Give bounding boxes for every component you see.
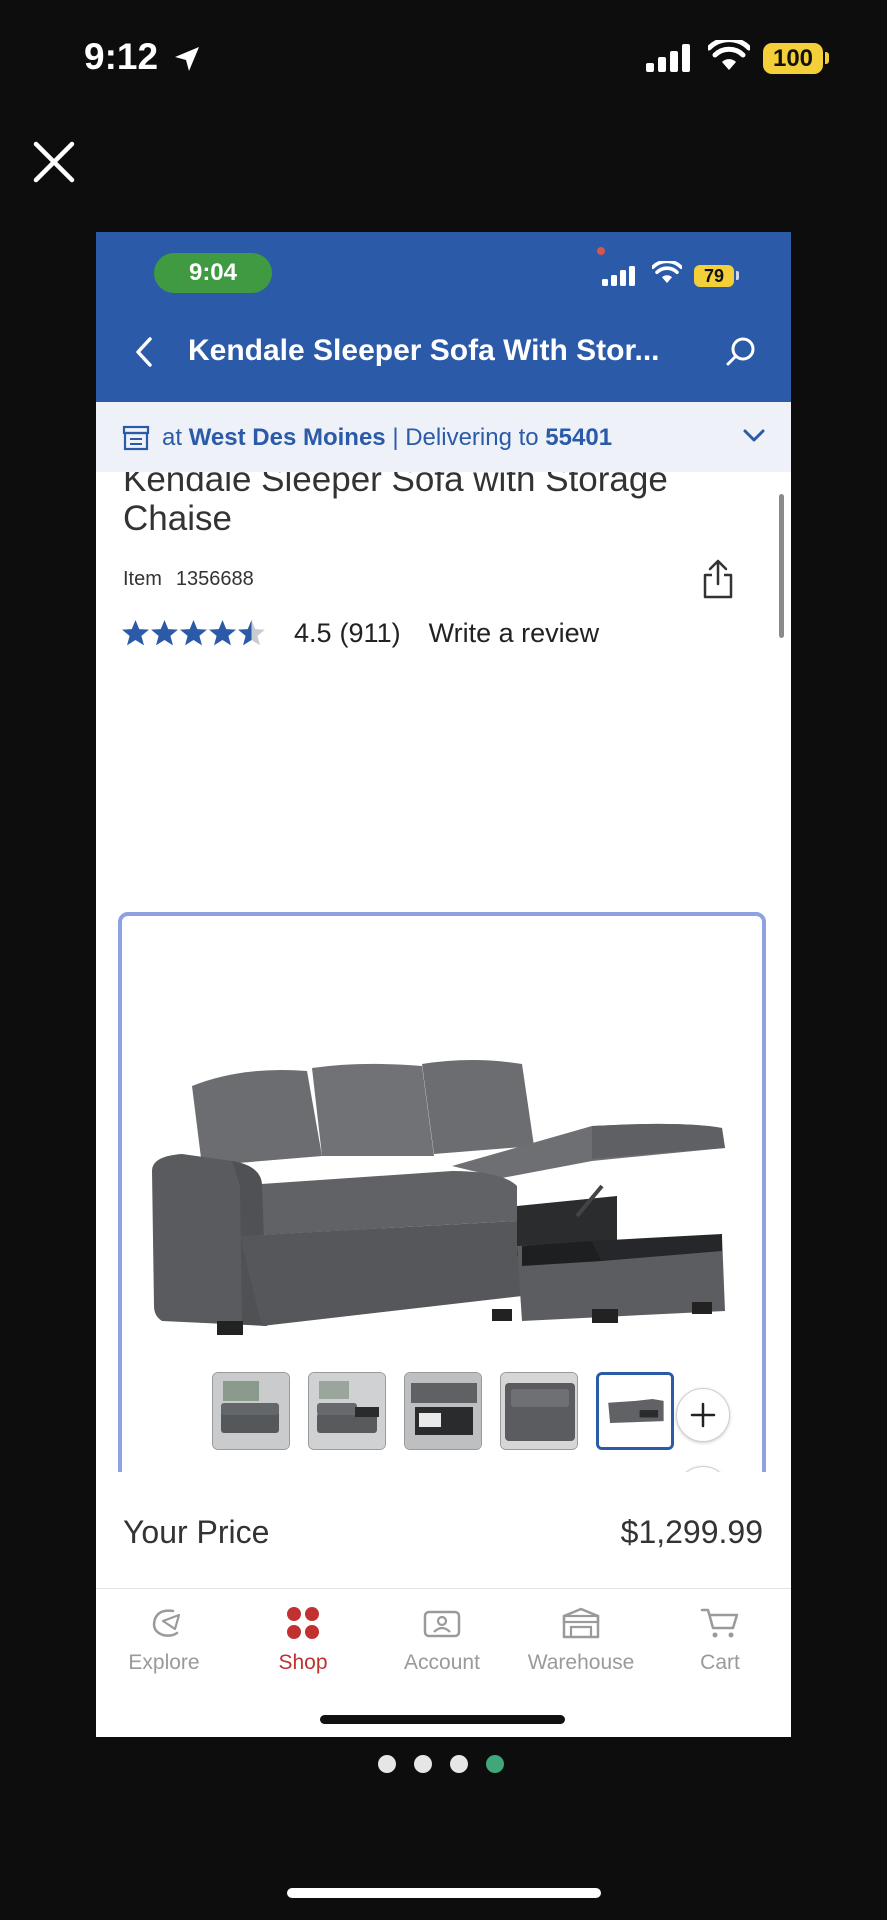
outer-clock: 9:12	[84, 36, 159, 77]
thumbnail-5-selected[interactable]	[596, 1372, 674, 1450]
delivery-location-bar[interactable]: at West Des Moines | Delivering to 55401	[96, 402, 791, 472]
tab-cart[interactable]: Cart	[660, 1603, 780, 1675]
item-label: Item	[123, 568, 162, 590]
explore-icon	[152, 1609, 181, 1637]
price-value: $1,299.99	[620, 1514, 763, 1550]
location-text: at West Des Moines | Delivering to 55401	[162, 424, 612, 452]
store-icon	[122, 425, 150, 451]
star-icon	[151, 620, 178, 646]
page-dot[interactable]	[378, 1755, 396, 1773]
thumbnail-4[interactable]	[500, 1372, 578, 1450]
inner-battery-indicator: 79	[694, 265, 734, 287]
item-number: 1356688	[175, 568, 254, 590]
page-title: Kendale Sleeper Sofa With Stor...	[188, 334, 660, 367]
bottom-tab-bar: Explore Shop Account Warehouse Cart	[96, 1588, 791, 1737]
outer-status-bar: 9:12 100	[0, 0, 887, 120]
tab-label: Cart	[700, 1651, 740, 1674]
star-icon	[238, 620, 265, 646]
warehouse-icon	[562, 1607, 600, 1639]
wifi-icon	[708, 40, 750, 70]
app-header: 9:04 79 Kendale Sleeper Sofa With Stor..…	[96, 232, 791, 402]
tab-warehouse[interactable]: Warehouse	[521, 1603, 641, 1675]
location-prefix: at	[162, 424, 183, 451]
star-icon	[122, 620, 149, 646]
page-dot[interactable]	[450, 1755, 468, 1773]
thumbnail-image	[213, 1373, 289, 1449]
store-name: West Des Moines	[188, 424, 386, 451]
cart-icon	[700, 1608, 739, 1638]
battery-cap	[825, 52, 829, 64]
search-icon[interactable]	[725, 336, 757, 368]
rating-row: 4.5 (911) Write a review	[121, 616, 599, 650]
location-arrow-icon	[175, 47, 199, 71]
star-icon	[180, 620, 207, 646]
shop-icon	[287, 1607, 319, 1639]
location-separator: |	[392, 424, 399, 451]
account-icon	[423, 1610, 461, 1638]
thumbnail-image	[309, 1373, 385, 1449]
thumbnail-3[interactable]	[404, 1372, 482, 1450]
price-row: Your Price $1,299.99	[123, 1514, 763, 1551]
delivering-label: Delivering to	[405, 424, 539, 451]
scrollbar[interactable]	[779, 494, 784, 638]
page-dot[interactable]	[414, 1755, 432, 1773]
rating-value: 4.5	[294, 617, 332, 648]
share-icon[interactable]	[702, 558, 734, 600]
product-title: Kendale Sleeper Sofa with Storage Chaise	[123, 472, 668, 538]
thumbnail-strip	[212, 1372, 772, 1452]
battery-indicator: 100	[763, 43, 823, 74]
thumbnail-image	[599, 1375, 671, 1447]
thumbnail-image	[405, 1373, 481, 1449]
review-count[interactable]: (911)	[340, 618, 401, 649]
item-number-row: Item 1356688	[123, 568, 254, 591]
tab-shop[interactable]: Shop	[243, 1603, 363, 1675]
tab-explore[interactable]: Explore	[104, 1603, 224, 1675]
page-indicator	[378, 1755, 504, 1773]
tab-label: Explore	[128, 1651, 200, 1674]
tab-label: Account	[404, 1651, 480, 1674]
app-screenshot: 9:04 79 Kendale Sleeper Sofa With Stor..…	[96, 232, 791, 1737]
inner-home-indicator	[320, 1715, 565, 1724]
thumbnail-1[interactable]	[212, 1372, 290, 1450]
product-content: Kendale Sleeper Sofa with Storage Chaise…	[96, 472, 791, 1472]
recording-dot	[597, 247, 605, 255]
cellular-signal-icon	[646, 44, 690, 72]
close-icon[interactable]	[32, 140, 76, 184]
tab-account[interactable]: Account	[382, 1603, 502, 1675]
inner-clock: 9:04	[154, 253, 272, 293]
thumbnail-2[interactable]	[308, 1372, 386, 1450]
thumbnail-image	[501, 1373, 577, 1449]
chevron-down-icon[interactable]	[742, 428, 766, 444]
inner-wifi-icon	[652, 261, 682, 283]
write-review-link[interactable]: Write a review	[429, 618, 600, 649]
inner-battery-cap	[736, 271, 739, 280]
inner-signal-icon	[602, 266, 635, 286]
tab-label: Warehouse	[527, 1651, 635, 1674]
home-indicator	[287, 1888, 601, 1898]
tab-label: Shop	[278, 1651, 328, 1674]
back-chevron-icon[interactable]	[134, 336, 154, 368]
delivery-zip: 55401	[545, 424, 613, 451]
page-dot[interactable]	[486, 1755, 504, 1773]
price-label: Your Price	[123, 1514, 270, 1550]
star-icon	[209, 620, 236, 646]
star-rating[interactable]	[121, 619, 266, 647]
